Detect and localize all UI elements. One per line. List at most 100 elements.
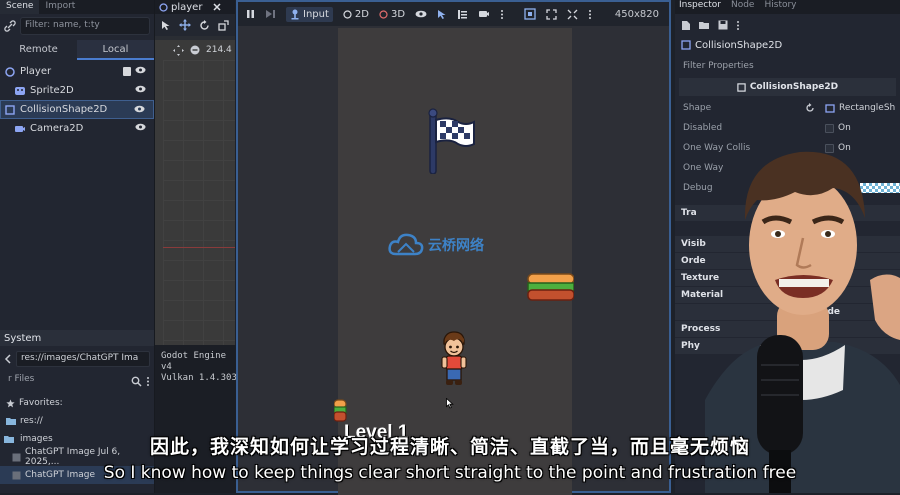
zoom-controls: 214.4: [155, 40, 235, 60]
game-window: Input 2D 3D 450x820 Level 1 云桥网络: [236, 0, 671, 495]
inspected-node-name: CollisionShape2D: [695, 39, 783, 51]
mode-2d-label: 2D: [354, 8, 369, 20]
filesystem-title: System: [0, 330, 154, 346]
section-label: Visib: [681, 239, 706, 249]
inspector-class-header: CollisionShape2D: [679, 78, 896, 96]
input-mode-button[interactable]: Input: [286, 6, 333, 22]
zoom-out-icon[interactable]: [190, 45, 200, 55]
res-folder-item[interactable]: res://: [0, 412, 154, 430]
pan-icon[interactable]: [173, 44, 184, 56]
star-icon: [6, 398, 15, 408]
scene-tab-icon: [159, 2, 168, 12]
subtitle-chinese: 因此，我深知如何让学习过程清晰、简洁、直截了当，而且毫无烦恼: [149, 436, 750, 458]
output-line: Vulkan 1.4.303: [161, 373, 237, 383]
game-viewport[interactable]: Level 1: [334, 28, 574, 495]
options-icon[interactable]: [736, 20, 740, 31]
player-character: [438, 330, 470, 388]
resolution-label: 450x820: [614, 8, 659, 20]
visibility-eye-icon[interactable]: [134, 105, 145, 113]
camera-override-icon[interactable]: [478, 9, 490, 19]
script-icon[interactable]: [122, 66, 132, 77]
prop-value: RectangleSh: [839, 103, 896, 113]
inspector-toolbar: [675, 14, 900, 36]
tab-inspector[interactable]: Inspector: [679, 0, 721, 14]
watermark-text: 云桥网络: [428, 238, 484, 254]
favorites-item[interactable]: Favorites:: [0, 394, 154, 412]
pause-icon[interactable]: [246, 9, 255, 19]
grass-platform: [526, 272, 574, 302]
prop-shape: Shape RectangleSh: [675, 98, 900, 118]
shrink-icon[interactable]: [567, 9, 578, 20]
mode-3d-label: 3D: [390, 8, 406, 20]
grass-platform-small: [334, 398, 348, 424]
joystick-icon: [290, 9, 300, 20]
zoom-level[interactable]: 214.4: [206, 45, 232, 55]
inspector-filter-input[interactable]: Filter Properties: [679, 56, 896, 76]
close-icon[interactable]: [213, 3, 221, 11]
scene-tab-player[interactable]: player: [171, 2, 202, 13]
camera-icon: [14, 123, 26, 135]
scene-filter-input[interactable]: Filter: name, t:ty: [20, 17, 150, 35]
tab-local[interactable]: Local: [77, 40, 154, 60]
new-resource-icon[interactable]: [681, 20, 691, 31]
section-label: Phy: [681, 341, 700, 351]
tree-item-camera2d[interactable]: Camera2D: [0, 119, 154, 138]
rotate-tool-icon[interactable]: [199, 19, 210, 31]
fullscreen-icon[interactable]: [546, 8, 557, 20]
editor-grid: [163, 60, 235, 345]
reset-icon[interactable]: [805, 103, 815, 113]
options-icon[interactable]: [500, 9, 504, 20]
link-icon[interactable]: [4, 20, 16, 32]
tab-history[interactable]: History: [764, 0, 796, 14]
tree-item-player[interactable]: Player: [0, 62, 154, 81]
tab-remote[interactable]: Remote: [0, 40, 77, 60]
scene-tree: Player Sprite2D CollisionShape2D Camera2…: [0, 62, 154, 138]
save-icon[interactable]: [718, 20, 728, 30]
select-tool-icon[interactable]: [437, 9, 447, 20]
rectangle-shape-icon: [825, 103, 835, 113]
search-icon[interactable]: [131, 376, 142, 387]
chevron-left-icon[interactable]: [4, 354, 12, 364]
tab-import[interactable]: Import: [39, 0, 81, 14]
scene-dock-tabs: Scene Import: [0, 0, 154, 14]
scale-tool-icon[interactable]: [218, 19, 229, 31]
visibility-eye-icon[interactable]: [135, 123, 146, 131]
prop-label: Shape: [683, 103, 712, 113]
remote-local-tabs: Remote Local: [0, 40, 154, 60]
mode-2d-button[interactable]: 2D: [343, 9, 369, 20]
move-tool-icon[interactable]: [179, 19, 191, 31]
cloud-logo-icon: [388, 232, 424, 258]
open-folder-icon[interactable]: [699, 21, 710, 30]
embed-icon[interactable]: [524, 8, 536, 20]
sprite-icon: [14, 85, 26, 97]
options-icon[interactable]: [588, 9, 592, 20]
watermark: 云桥网络: [388, 232, 484, 258]
next-frame-icon[interactable]: [265, 9, 276, 19]
visibility-eye-icon[interactable]: [415, 10, 427, 18]
visibility-eye-icon[interactable]: [135, 66, 146, 74]
game-toolbar: Input 2D 3D 450x820: [238, 2, 669, 26]
tab-scene[interactable]: Scene: [0, 0, 40, 14]
select-tool-icon[interactable]: [161, 20, 171, 31]
input-mode-label: Input: [303, 8, 329, 20]
inspector-class-name: CollisionShape2D: [749, 82, 839, 92]
inspected-node[interactable]: CollisionShape2D: [675, 36, 900, 54]
folder-icon: [6, 417, 16, 425]
tab-node[interactable]: Node: [731, 0, 755, 14]
filesystem-filter-input[interactable]: r Files: [4, 373, 127, 389]
prop-shape-value[interactable]: RectangleSh: [825, 103, 895, 113]
list-select-icon[interactable]: [457, 9, 468, 20]
inspector-tabs: Inspector Node History: [675, 0, 900, 14]
scene-tab-bar: player: [155, 0, 235, 14]
scene-filter-row: Filter: name, t:ty: [0, 14, 154, 38]
tree-item-collisionshape2d[interactable]: CollisionShape2D: [0, 100, 154, 119]
tree-item-label: CollisionShape2D: [20, 104, 108, 115]
tree-item-sprite2d[interactable]: Sprite2D: [0, 81, 154, 100]
filesystem-path-row: res://images/ChatGPT Ima: [4, 350, 150, 368]
editor-toolbar: [155, 14, 235, 36]
mode-3d-button[interactable]: 3D: [379, 9, 405, 20]
visibility-eye-icon[interactable]: [135, 85, 146, 93]
section-label: Tra: [681, 208, 697, 218]
filesystem-path-input[interactable]: res://images/ChatGPT Ima: [16, 351, 150, 367]
options-icon[interactable]: [146, 376, 150, 387]
